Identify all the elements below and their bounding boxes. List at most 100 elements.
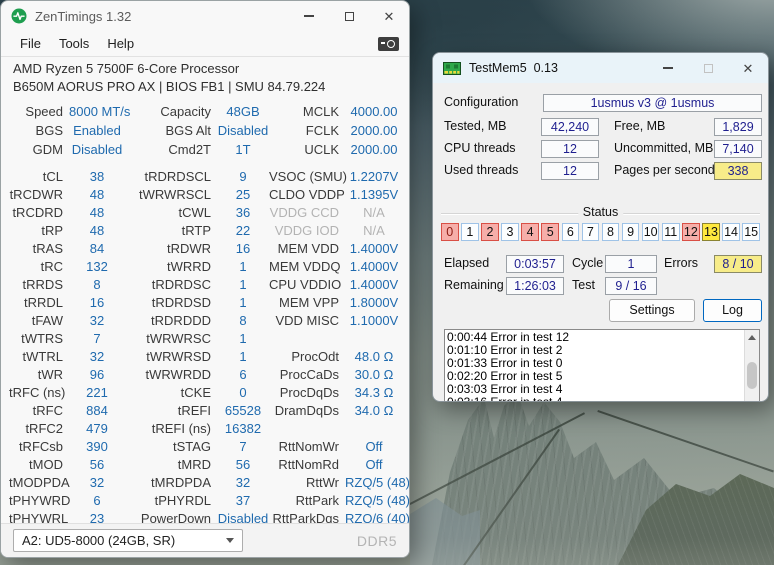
status-group-label: Status (578, 205, 623, 219)
menu-file[interactable]: File (11, 36, 50, 51)
timing-label: BGS (9, 123, 69, 138)
timing-label: GDM (9, 142, 69, 157)
timing-value: 32 (69, 349, 125, 364)
timing-value: 1.8000V (345, 295, 403, 310)
timing-label: tRFCsb (9, 439, 69, 454)
wallpaper-haze (410, 430, 774, 565)
settings-button[interactable]: Settings (609, 299, 695, 322)
maximize-button[interactable] (329, 1, 369, 31)
timing-label: ProcOdt (269, 349, 345, 364)
timing-value: 16 (69, 295, 125, 310)
test-status-box-6: 6 (562, 223, 580, 241)
close-button[interactable]: ✕ (728, 53, 768, 83)
timing-label: tSTAG (125, 439, 217, 454)
menu-help[interactable]: Help (98, 36, 143, 51)
timing-label: Speed (9, 104, 69, 119)
scrollbar[interactable] (744, 330, 759, 402)
timing-row: GDMDisabledCmd2T1TUCLK2000.00 (9, 140, 401, 159)
timing-label: tWTRS (9, 331, 69, 346)
timing-row: tPHYWRD6tPHYRDL37RttParkRZQ/5 (48) (9, 491, 401, 509)
minimize-button[interactable] (648, 53, 688, 83)
timing-row: tRFC2479tREFI (ns)16382 (9, 419, 401, 437)
timing-value: 1 (217, 295, 269, 310)
timing-value: N/A (345, 205, 403, 220)
close-icon: ✕ (384, 10, 395, 23)
timings-table: Speed8000 MT/sCapacity48GBMCLK4000.00 BGS… (1, 100, 409, 523)
test-status-box-9: 9 (622, 223, 640, 241)
minimize-button[interactable] (289, 1, 329, 31)
timing-value: 7 (69, 331, 125, 346)
timing-label: ProcCaDs (269, 367, 345, 382)
testmem5-body: Configuration 1usmus v3 @ 1usmus Tested,… (433, 83, 768, 401)
timing-value: 0 (217, 385, 269, 400)
timing-row: tRFC (ns)221tCKE0ProcDqDs34.3 Ω (9, 383, 401, 401)
timing-row: tRFCsb390tSTAG7RttNomWrOff (9, 437, 401, 455)
timing-value: 8000 MT/s (69, 104, 125, 119)
timing-label: tWRRD (125, 259, 217, 274)
log-button[interactable]: Log (703, 299, 762, 322)
dimm-select[interactable]: A2: UD5-8000 (24GB, SR) (13, 529, 243, 552)
screenshot-camera-icon[interactable] (378, 37, 399, 51)
timing-value: 8 (69, 277, 125, 292)
timing-value: 884 (69, 403, 125, 418)
scrollbar-track[interactable] (745, 345, 759, 402)
timing-row: tRC132tWRRD1MEM VDDQ1.4000V (9, 257, 401, 275)
timing-label: ProcDqDs (269, 385, 345, 400)
timing-value: 30.0 Ω (345, 367, 403, 382)
timing-label: VDDG IOD (269, 223, 345, 238)
timing-label: tRFC2 (9, 421, 69, 436)
timing-label: CLDO VDDP (269, 187, 345, 202)
timing-row: tWR96tWRWRDD6ProcCaDs30.0 Ω (9, 365, 401, 383)
timing-value: 1T (217, 142, 269, 157)
testmem5-ram-icon (443, 62, 461, 75)
zentimings-titlebar[interactable]: ZenTimings 1.32 ✕ (1, 1, 409, 31)
test-status-box-7: 7 (582, 223, 600, 241)
window-title: TestMem5 0.13 (469, 61, 648, 75)
test-status-box-11: 11 (662, 223, 680, 241)
testmem5-titlebar[interactable]: TestMem5 0.13 ✕ (433, 53, 768, 83)
timing-value: 1.1395V (345, 187, 403, 202)
timing-label: tRRDL (9, 295, 69, 310)
timing-value: 48 (69, 223, 125, 238)
log-entry: 0:03:16 Error in test 4 (447, 396, 757, 402)
timing-row: tRP48tRTP22VDDG IODN/A (9, 221, 401, 239)
menu-bar: File Tools Help (1, 31, 409, 57)
elapsed-field: 0:03:57 (506, 255, 564, 273)
timing-row: tRFC884tREFI65528DramDqDs34.0 Ω (9, 401, 401, 419)
maximize-icon (704, 64, 713, 73)
timing-value: 22 (217, 223, 269, 238)
timing-label: RttNomWr (269, 439, 345, 454)
timing-row: tRRDS8tRDRDSC1CPU VDDIO1.4000V (9, 275, 401, 293)
timing-label: VDD MISC (269, 313, 345, 328)
menu-tools[interactable]: Tools (50, 36, 98, 51)
timing-value: 1.4000V (345, 241, 403, 256)
timing-value: 1.2207V (345, 169, 403, 184)
scrollbar-thumb[interactable] (747, 362, 757, 389)
test-status-box-15: 15 (742, 223, 760, 241)
timing-label: tPHYRDL (125, 493, 217, 508)
window-title: ZenTimings 1.32 (35, 9, 289, 24)
test-status-box-14: 14 (722, 223, 740, 241)
tested-mb-label: Tested, MB (444, 119, 507, 133)
timing-label: Capacity (125, 104, 217, 119)
timing-label: tRDRDSC (125, 277, 217, 292)
test-status-boxes: 0123456789101112131415 (441, 223, 760, 241)
timing-row: Speed8000 MT/sCapacity48GBMCLK4000.00 (9, 102, 401, 121)
timing-label: tRFC (ns) (9, 385, 69, 400)
timing-value: 38 (69, 169, 125, 184)
timing-value: Disabled (217, 123, 269, 138)
timing-label: RttPark (269, 493, 345, 508)
timing-value: RZQ/5 (48) (345, 475, 403, 490)
cycle-label: Cycle (572, 256, 603, 270)
scroll-up-icon[interactable] (745, 330, 760, 345)
free-mb-label: Free, MB (614, 119, 665, 133)
timing-value: 36 (217, 205, 269, 220)
close-button[interactable]: ✕ (369, 1, 409, 31)
timing-label: tMRDPDA (125, 475, 217, 490)
test-status-box-13: 13 (702, 223, 720, 241)
timing-value: 56 (217, 457, 269, 472)
timing-value: 48 (69, 187, 125, 202)
error-log-listbox[interactable]: 0:00:44 Error in test 120:01:10 Error in… (444, 329, 760, 402)
timing-value: 1.1000V (345, 313, 403, 328)
timing-row: tMODPDA32tMRDPDA32RttWrRZQ/5 (48) (9, 473, 401, 491)
